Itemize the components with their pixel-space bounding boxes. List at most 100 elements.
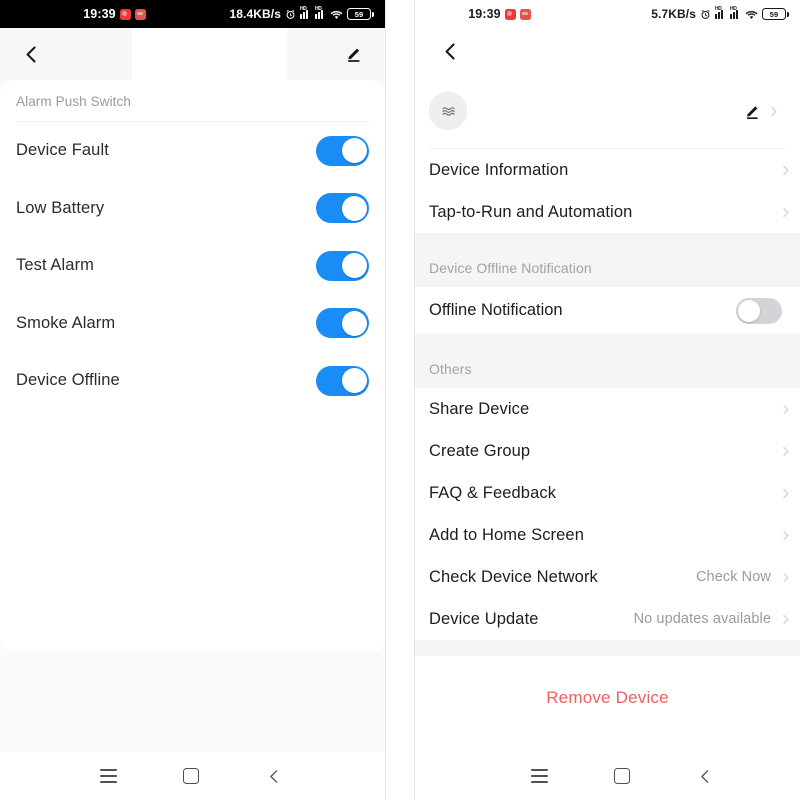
notification-badge-red-icon <box>119 8 131 20</box>
edit-button[interactable] <box>339 39 369 69</box>
menu-row-add-to-home-screen[interactable]: Add to Home Screen <box>415 514 800 556</box>
section-spacer <box>415 334 800 350</box>
toggle-smoke-alarm[interactable] <box>316 308 369 339</box>
chevron-right-icon <box>783 488 789 498</box>
pencil-icon <box>348 48 360 62</box>
menu-value: No updates available <box>633 611 771 627</box>
square-icon <box>183 768 199 784</box>
dual-phone-screenshot: 19:39 18.4KB/s HD HD 59 Alarm Push Switc… <box>0 0 800 800</box>
switch-row-device-fault[interactable]: Device Fault <box>16 122 369 180</box>
section-label-alarm-push-switch: Alarm Push Switch <box>16 94 131 109</box>
smoke-waves-icon <box>441 106 455 116</box>
network-speed-text: 5.7KB/s <box>651 7 696 21</box>
chevron-right-icon <box>783 207 789 217</box>
switch-label: Smoke Alarm <box>16 313 116 332</box>
hamburger-icon <box>99 769 117 783</box>
device-avatar <box>429 92 467 130</box>
panel-gap <box>385 0 415 800</box>
nav-home-button[interactable] <box>165 756 217 796</box>
menu-row-faq-and-feedback[interactable]: FAQ & Feedback <box>415 472 800 514</box>
menu-row-right <box>779 206 792 219</box>
menu-row-right <box>779 487 792 500</box>
wifi-icon <box>330 9 343 20</box>
nav-home-button[interactable] <box>596 756 648 796</box>
menu-row-check-device-network[interactable]: Check Device Network Check Now <box>415 556 800 598</box>
alarm-push-switch-card: Alarm Push Switch Device Fault Low Batte… <box>0 80 385 652</box>
toggle-device-offline[interactable] <box>316 365 369 396</box>
remove-device-button[interactable]: Remove Device <box>546 688 669 708</box>
section-header-device-offline-notification: Device Offline Notification <box>415 249 800 287</box>
right-system-nav-bar <box>415 752 800 800</box>
battery-icon: 59 <box>762 8 789 20</box>
nav-recents-button[interactable] <box>82 756 134 796</box>
chevron-left-icon <box>26 45 36 63</box>
header-title-plate <box>132 28 287 80</box>
status-time: 19:39 <box>468 7 501 21</box>
section-spacer <box>415 233 800 249</box>
section-spacer <box>415 640 800 656</box>
section-header-others: Others <box>415 350 800 388</box>
nav-back-button[interactable] <box>248 756 300 796</box>
divider-line-left <box>385 0 386 800</box>
right-app-header <box>415 28 800 74</box>
toggle-offline-notification[interactable] <box>736 297 782 324</box>
battery-level-text: 59 <box>769 9 779 19</box>
menu-label: Create Group <box>429 441 531 460</box>
menu-label: FAQ & Feedback <box>429 483 557 502</box>
menu-row-device-information[interactable]: Device Information <box>415 149 800 191</box>
toggle-knob <box>738 299 760 322</box>
device-header-strip[interactable] <box>415 74 800 148</box>
back-button[interactable] <box>14 37 48 71</box>
battery-icon: 59 <box>347 8 374 20</box>
battery-level-text: 59 <box>354 9 364 19</box>
card-content: Alarm Push Switch Device Fault Low Batte… <box>0 80 385 410</box>
switch-row-test-alarm[interactable]: Test Alarm <box>16 237 369 295</box>
alarm-icon <box>700 9 711 20</box>
left-status-bar: 19:39 18.4KB/s HD HD 59 <box>0 0 385 28</box>
chevron-left-icon <box>700 769 708 783</box>
switch-row-offline-notification[interactable]: Offline Notification <box>415 287 800 334</box>
device-name-edit-button[interactable] <box>743 102 780 121</box>
switch-row-device-offline[interactable]: Device Offline <box>16 352 369 410</box>
chevron-right-icon <box>783 165 789 175</box>
toggle-knob <box>341 253 367 279</box>
menu-row-tap-to-run-and-automation[interactable]: Tap-to-Run and Automation <box>415 191 800 233</box>
switch-label: Device Fault <box>16 141 109 160</box>
hamburger-icon <box>530 769 548 783</box>
status-bar-right-group: 5.7KB/s HD HD 59 <box>651 7 789 21</box>
signal-hd-icon: HD <box>300 7 311 19</box>
menu-row-create-group[interactable]: Create Group <box>415 430 800 472</box>
left-app-header <box>0 28 385 80</box>
menu-row-share-device[interactable]: Share Device <box>415 388 800 430</box>
alarm-icon <box>285 9 296 20</box>
menu-label: Share Device <box>429 399 530 418</box>
switch-row-low-battery[interactable]: Low Battery <box>16 180 369 238</box>
nav-recents-button[interactable] <box>513 756 565 796</box>
chevron-left-icon <box>445 42 455 60</box>
signal-hd-icon-2: HD <box>730 7 741 19</box>
network-speed-text: 18.4KB/s <box>229 7 281 21</box>
toggle-knob <box>341 310 367 336</box>
notification-badge-red-2-icon <box>519 8 531 20</box>
toggle-test-alarm[interactable] <box>316 250 369 281</box>
chevron-right-icon <box>783 530 789 540</box>
nav-back-button[interactable] <box>679 756 731 796</box>
menu-label: Device Update <box>429 609 539 628</box>
toggle-knob <box>341 368 367 394</box>
switch-label: Offline Notification <box>429 301 563 319</box>
toggle-knob <box>341 138 367 164</box>
toggle-low-battery[interactable] <box>316 193 369 224</box>
chevron-right-icon <box>783 404 789 414</box>
menu-row-right <box>779 445 792 458</box>
menu-label: Add to Home Screen <box>429 525 584 544</box>
menu-label: Check Device Network <box>429 567 598 586</box>
chevron-right-icon <box>783 572 789 582</box>
toggle-device-fault[interactable] <box>316 135 369 166</box>
menu-row-device-update[interactable]: Device Update No updates available <box>415 598 800 640</box>
menu-label: Tap-to-Run and Automation <box>429 202 633 221</box>
switch-row-smoke-alarm[interactable]: Smoke Alarm <box>16 295 369 353</box>
back-button[interactable] <box>433 34 467 68</box>
switch-label: Test Alarm <box>16 256 95 275</box>
menu-row-right: No updates available <box>634 611 792 627</box>
chevron-left-icon <box>269 769 277 783</box>
